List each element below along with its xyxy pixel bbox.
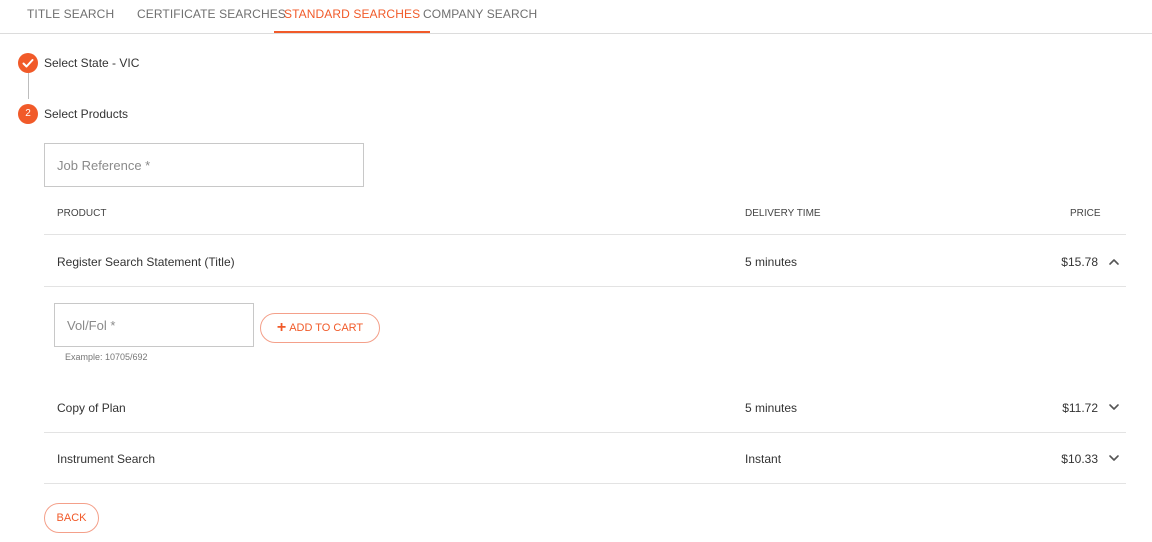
chevron-up-icon[interactable] xyxy=(1106,254,1122,270)
product-name: Copy of Plan xyxy=(57,401,126,415)
header-product: PRODUCT xyxy=(57,208,107,219)
search-type-tabs: TITLE SEARCH CERTIFICATE SEARCHES STANDA… xyxy=(0,0,1152,34)
product-price: $11.72 xyxy=(1062,401,1098,415)
chevron-down-icon[interactable] xyxy=(1106,399,1122,415)
add-to-cart-label: ADD TO CART xyxy=(289,322,364,334)
product-name: Instrument Search xyxy=(57,452,156,466)
delivery-time: 5 minutes xyxy=(745,401,798,415)
tab-certificate-searches[interactable]: CERTIFICATE SEARCHES xyxy=(137,0,286,33)
step-1-label[interactable]: Select State - VIC xyxy=(44,56,139,70)
volfol-example-hint: Example: 10705/692 xyxy=(65,352,148,362)
tab-title-search[interactable]: TITLE SEARCH xyxy=(27,0,114,33)
step-2-number: 2 xyxy=(18,104,38,124)
table-divider xyxy=(44,432,1126,433)
product-price: $15.78 xyxy=(1061,255,1098,269)
plus-icon: + xyxy=(276,319,287,336)
header-price: PRICE xyxy=(1070,208,1101,219)
stepper-connector xyxy=(28,73,29,99)
table-divider xyxy=(44,286,1126,287)
table-divider xyxy=(44,483,1126,484)
volfol-input[interactable] xyxy=(55,304,253,346)
delivery-time: Instant xyxy=(745,452,782,466)
check-icon xyxy=(22,59,34,68)
chevron-down-icon[interactable] xyxy=(1106,450,1122,466)
table-divider xyxy=(44,234,1126,235)
job-reference-input[interactable] xyxy=(45,144,363,186)
product-price: $10.33 xyxy=(1061,452,1098,466)
job-reference-field[interactable] xyxy=(44,143,364,187)
step-1-check-icon xyxy=(18,53,38,73)
delivery-time: 5 minutes xyxy=(745,255,798,269)
header-delivery-time: DELIVERY TIME xyxy=(745,208,821,219)
add-to-cart-button[interactable]: + ADD TO CART xyxy=(260,313,380,343)
volfol-field[interactable] xyxy=(54,303,254,347)
tab-standard-searches[interactable]: STANDARD SEARCHES xyxy=(274,0,431,33)
back-button[interactable]: BACK xyxy=(44,503,99,533)
tab-company-search[interactable]: COMPANY SEARCH xyxy=(423,0,537,33)
step-2-label: Select Products xyxy=(44,107,129,121)
product-name: Register Search Statement (Title) xyxy=(57,255,235,269)
